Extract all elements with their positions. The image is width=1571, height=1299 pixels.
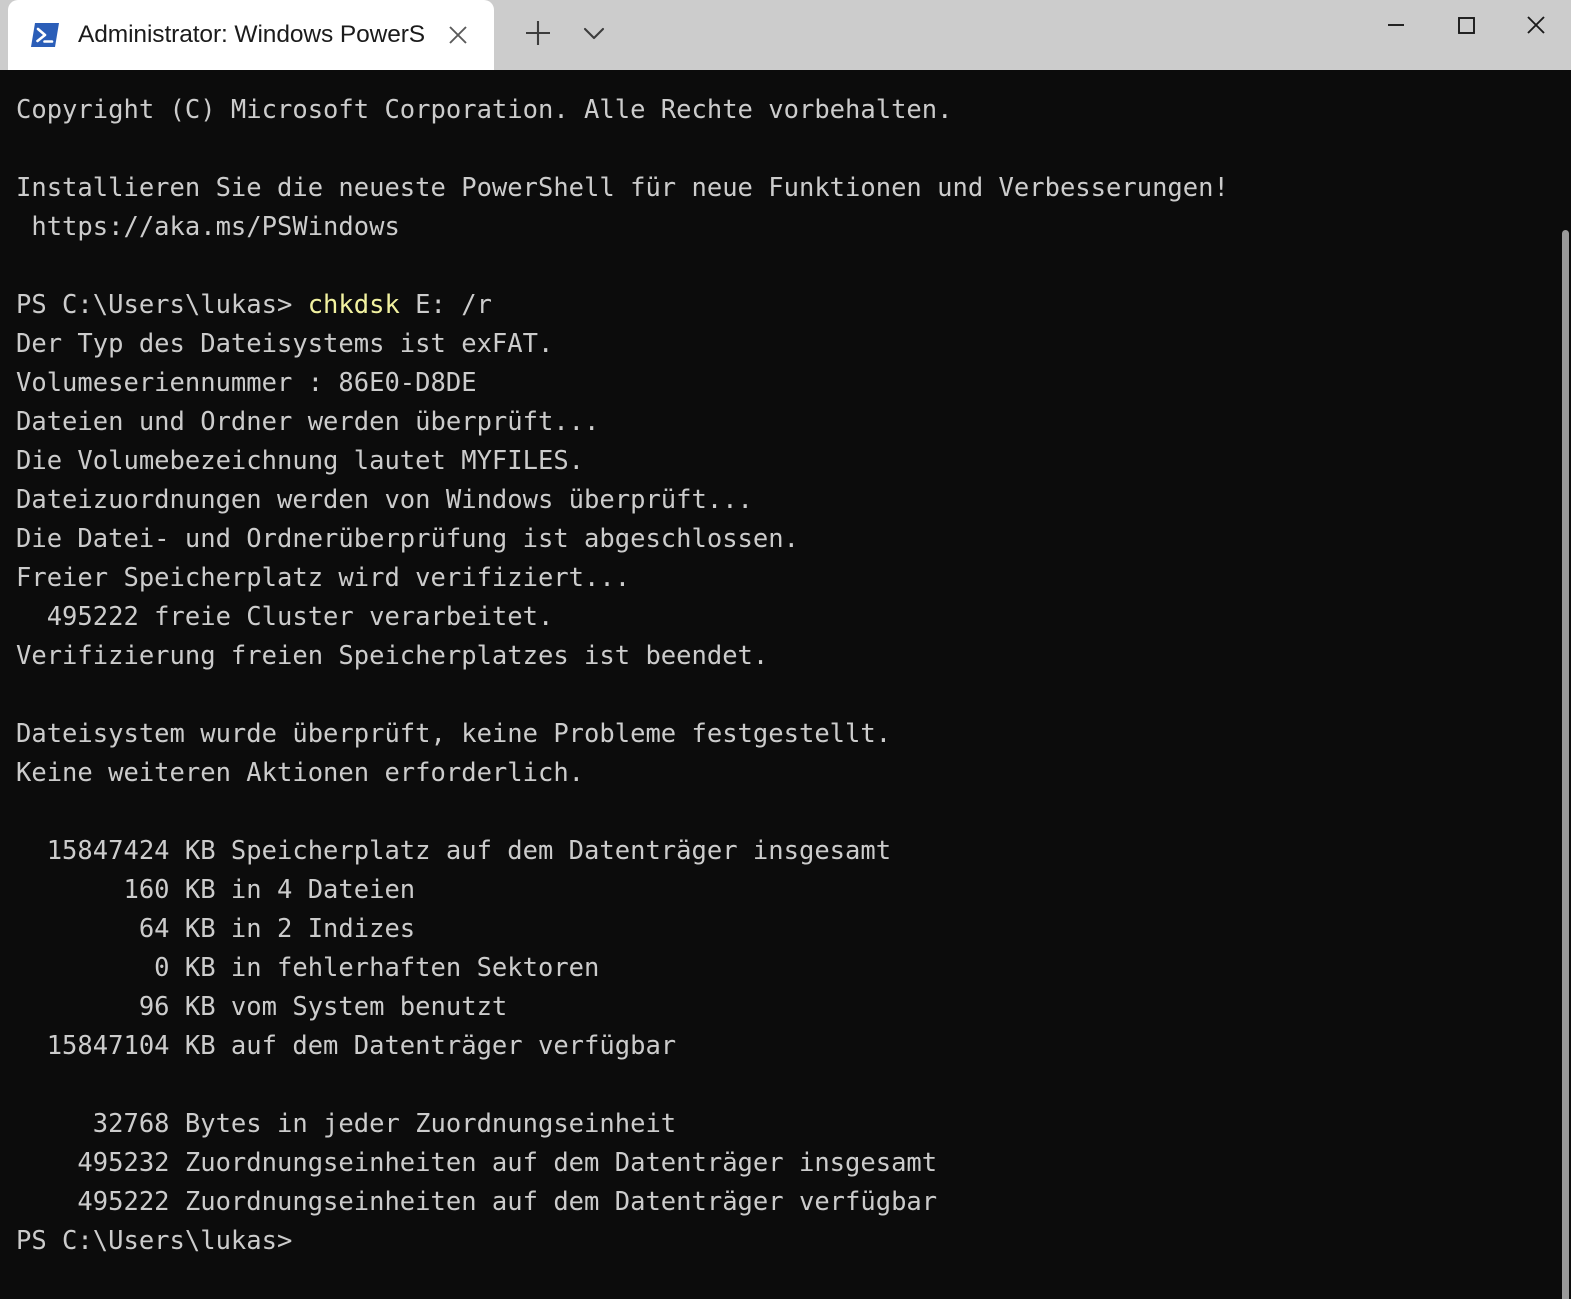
tab-powershell[interactable]: Administrator: Windows PowerS [8,0,494,70]
console-line: 495222 freie Cluster verarbeitet. [16,602,554,632]
console-line: Keine weiteren Aktionen erforderlich. [16,758,585,788]
console-line: 32768 Bytes in jeder Zuordnungseinheit [16,1109,677,1139]
console-line: Volumeseriennummer : 86E0-D8DE [16,368,477,398]
console-line: 495232 Zuordnungseinheiten auf dem Daten… [16,1148,938,1178]
console-line: 96 KB vom System benutzt [16,992,508,1022]
command-name: chkdsk [307,290,400,320]
console-line: Verifizierung freien Speicherplatzes ist… [16,641,769,671]
titlebar-drag-region [622,0,1361,70]
tab-actions [494,0,622,70]
maximize-button[interactable] [1431,0,1501,55]
chevron-down-icon[interactable] [566,5,622,61]
new-tab-icon[interactable] [510,5,566,61]
tab-strip: Administrator: Windows PowerS [0,0,494,70]
close-button[interactable] [1501,0,1571,55]
tab-title: Administrator: Windows PowerS [78,21,426,48]
command-args: E: /r [399,290,492,320]
console-line: Dateisystem wurde überprüft, keine Probl… [16,719,892,749]
console-line: 15847104 KB auf dem Datenträger verfügba… [16,1031,677,1061]
console-line: Dateien und Ordner werden überprüft... [16,407,600,437]
console-line: 495222 Zuordnungseinheiten auf dem Daten… [16,1187,938,1217]
powershell-window: Administrator: Windows PowerS Copyright … [0,0,1571,1299]
console-line: https://aka.ms/PSWindows [16,212,400,242]
console-line: Der Typ des Dateisystems ist exFAT. [16,329,554,359]
scrollbar-thumb[interactable] [1562,230,1569,1299]
console-line: PS C:\Users\lukas> [16,1226,293,1256]
console-text: Copyright (C) Microsoft Corporation. All… [16,91,1229,1261]
console-line: 160 KB in 4 Dateien [16,875,416,905]
powershell-icon [30,20,60,50]
console-line: Dateizuordnungen werden von Windows über… [16,485,753,515]
window-controls [1361,0,1571,70]
terminal-output-area[interactable]: Copyright (C) Microsoft Corporation. All… [0,70,1571,1299]
console-line: Die Datei- und Ordnerüberprüfung ist abg… [16,524,799,554]
console-line: PS C:\Users\lukas> chkdsk E: /r [16,286,1229,325]
prompt: PS C:\Users\lukas> [16,290,308,320]
console-line: 64 KB in 2 Indizes [16,914,416,944]
close-tab-icon[interactable] [436,13,480,57]
console-line: Installieren Sie die neueste PowerShell … [16,173,1229,203]
title-bar: Administrator: Windows PowerS [0,0,1571,70]
console-line: Die Volumebezeichnung lautet MYFILES. [16,446,585,476]
minimize-button[interactable] [1361,0,1431,55]
console-line: 15847424 KB Speicherplatz auf dem Datent… [16,836,892,866]
scrollbar[interactable] [1553,140,1571,1299]
console-line: 0 KB in fehlerhaften Sektoren [16,953,600,983]
console-line: Copyright (C) Microsoft Corporation. All… [16,95,953,125]
console-line: Freier Speicherplatz wird verifiziert... [16,563,631,593]
